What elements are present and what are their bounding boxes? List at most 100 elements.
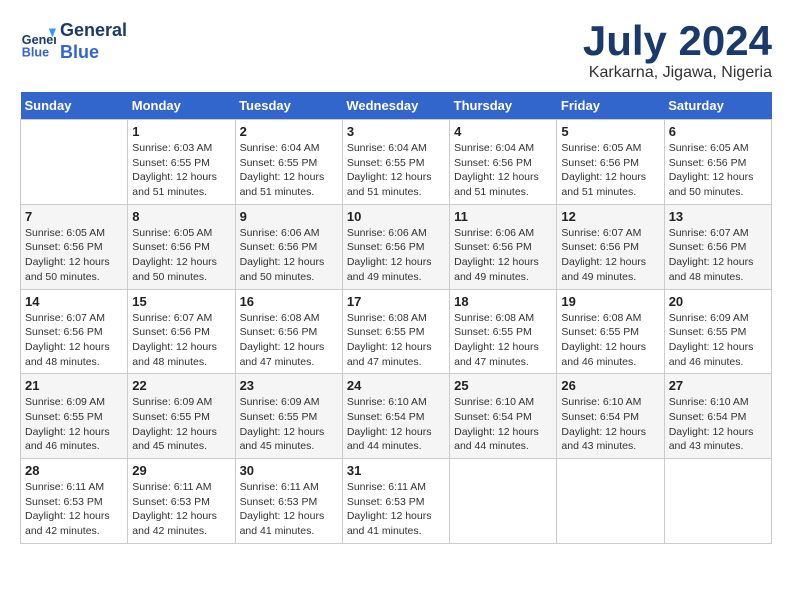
sunrise-label: Sunrise: 6:10 AM [561, 396, 641, 408]
sunset-label: Sunset: 6:53 PM [25, 496, 103, 508]
sunrise-label: Sunrise: 6:08 AM [561, 312, 641, 324]
calendar-cell: 14 Sunrise: 6:07 AM Sunset: 6:56 PM Dayl… [21, 289, 128, 374]
sunrise-label: Sunrise: 6:06 AM [454, 227, 534, 239]
day-number: 31 [347, 463, 445, 478]
sunrise-label: Sunrise: 6:05 AM [25, 227, 105, 239]
sunset-label: Sunset: 6:53 PM [347, 496, 425, 508]
daylight-label: Daylight: 12 hours and 50 minutes. [240, 256, 325, 283]
day-info: Sunrise: 6:04 AM Sunset: 6:56 PM Dayligh… [454, 141, 552, 200]
sunset-label: Sunset: 6:55 PM [347, 326, 425, 338]
daylight-label: Daylight: 12 hours and 44 minutes. [347, 426, 432, 453]
day-number: 19 [561, 294, 659, 309]
header: General Blue General Blue July 2024 Kark… [20, 20, 772, 82]
calendar-cell: 10 Sunrise: 6:06 AM Sunset: 6:56 PM Dayl… [342, 204, 449, 289]
day-info: Sunrise: 6:04 AM Sunset: 6:55 PM Dayligh… [240, 141, 338, 200]
sunset-label: Sunset: 6:55 PM [347, 157, 425, 169]
sunset-label: Sunset: 6:56 PM [347, 241, 425, 253]
day-info: Sunrise: 6:11 AM Sunset: 6:53 PM Dayligh… [25, 480, 123, 539]
calendar-cell: 9 Sunrise: 6:06 AM Sunset: 6:56 PM Dayli… [235, 204, 342, 289]
day-number: 3 [347, 124, 445, 139]
daylight-label: Daylight: 12 hours and 47 minutes. [347, 341, 432, 368]
daylight-label: Daylight: 12 hours and 45 minutes. [132, 426, 217, 453]
logo-icon: General Blue [20, 24, 56, 60]
daylight-label: Daylight: 12 hours and 41 minutes. [347, 510, 432, 537]
calendar-cell: 3 Sunrise: 6:04 AM Sunset: 6:55 PM Dayli… [342, 120, 449, 205]
calendar-cell: 11 Sunrise: 6:06 AM Sunset: 6:56 PM Dayl… [450, 204, 557, 289]
daylight-label: Daylight: 12 hours and 49 minutes. [561, 256, 646, 283]
day-number: 13 [669, 209, 767, 224]
day-info: Sunrise: 6:06 AM Sunset: 6:56 PM Dayligh… [347, 226, 445, 285]
weekday-header: Sunday [21, 92, 128, 120]
daylight-label: Daylight: 12 hours and 46 minutes. [669, 341, 754, 368]
daylight-label: Daylight: 12 hours and 51 minutes. [132, 171, 217, 198]
calendar-cell: 18 Sunrise: 6:08 AM Sunset: 6:55 PM Dayl… [450, 289, 557, 374]
day-number: 25 [454, 378, 552, 393]
day-info: Sunrise: 6:08 AM Sunset: 6:55 PM Dayligh… [347, 311, 445, 370]
calendar-header: SundayMondayTuesdayWednesdayThursdayFrid… [21, 92, 772, 120]
day-number: 11 [454, 209, 552, 224]
day-number: 14 [25, 294, 123, 309]
sunrise-label: Sunrise: 6:09 AM [669, 312, 749, 324]
sunrise-label: Sunrise: 6:07 AM [132, 312, 212, 324]
daylight-label: Daylight: 12 hours and 42 minutes. [25, 510, 110, 537]
sunrise-label: Sunrise: 6:05 AM [132, 227, 212, 239]
daylight-label: Daylight: 12 hours and 50 minutes. [132, 256, 217, 283]
daylight-label: Daylight: 12 hours and 43 minutes. [669, 426, 754, 453]
daylight-label: Daylight: 12 hours and 45 minutes. [240, 426, 325, 453]
calendar-cell: 1 Sunrise: 6:03 AM Sunset: 6:55 PM Dayli… [128, 120, 235, 205]
sunrise-label: Sunrise: 6:09 AM [25, 396, 105, 408]
calendar-cell: 15 Sunrise: 6:07 AM Sunset: 6:56 PM Dayl… [128, 289, 235, 374]
sunset-label: Sunset: 6:56 PM [25, 326, 103, 338]
daylight-label: Daylight: 12 hours and 46 minutes. [25, 426, 110, 453]
day-info: Sunrise: 6:07 AM Sunset: 6:56 PM Dayligh… [561, 226, 659, 285]
day-number: 17 [347, 294, 445, 309]
day-info: Sunrise: 6:06 AM Sunset: 6:56 PM Dayligh… [240, 226, 338, 285]
weekday-header: Monday [128, 92, 235, 120]
sunset-label: Sunset: 6:56 PM [454, 241, 532, 253]
svg-text:Blue: Blue [22, 45, 49, 59]
calendar-cell [21, 120, 128, 205]
calendar-week-row: 14 Sunrise: 6:07 AM Sunset: 6:56 PM Dayl… [21, 289, 772, 374]
daylight-label: Daylight: 12 hours and 50 minutes. [669, 171, 754, 198]
day-number: 18 [454, 294, 552, 309]
day-number: 28 [25, 463, 123, 478]
day-info: Sunrise: 6:07 AM Sunset: 6:56 PM Dayligh… [25, 311, 123, 370]
day-info: Sunrise: 6:07 AM Sunset: 6:56 PM Dayligh… [669, 226, 767, 285]
calendar-cell: 28 Sunrise: 6:11 AM Sunset: 6:53 PM Dayl… [21, 459, 128, 544]
daylight-label: Daylight: 12 hours and 42 minutes. [132, 510, 217, 537]
calendar-cell: 20 Sunrise: 6:09 AM Sunset: 6:55 PM Dayl… [664, 289, 771, 374]
sunset-label: Sunset: 6:53 PM [240, 496, 318, 508]
calendar-cell: 31 Sunrise: 6:11 AM Sunset: 6:53 PM Dayl… [342, 459, 449, 544]
calendar-body: 1 Sunrise: 6:03 AM Sunset: 6:55 PM Dayli… [21, 120, 772, 544]
day-number: 16 [240, 294, 338, 309]
calendar-week-row: 1 Sunrise: 6:03 AM Sunset: 6:55 PM Dayli… [21, 120, 772, 205]
sunrise-label: Sunrise: 6:05 AM [561, 142, 641, 154]
title-area: July 2024 Karkarna, Jigawa, Nigeria [583, 20, 772, 82]
weekday-header: Thursday [450, 92, 557, 120]
sunrise-label: Sunrise: 6:11 AM [132, 481, 211, 493]
logo: General Blue General Blue [20, 20, 127, 63]
day-number: 6 [669, 124, 767, 139]
calendar-cell: 2 Sunrise: 6:04 AM Sunset: 6:55 PM Dayli… [235, 120, 342, 205]
daylight-label: Daylight: 12 hours and 49 minutes. [347, 256, 432, 283]
day-info: Sunrise: 6:11 AM Sunset: 6:53 PM Dayligh… [347, 480, 445, 539]
calendar-cell: 13 Sunrise: 6:07 AM Sunset: 6:56 PM Dayl… [664, 204, 771, 289]
daylight-label: Daylight: 12 hours and 51 minutes. [347, 171, 432, 198]
daylight-label: Daylight: 12 hours and 44 minutes. [454, 426, 539, 453]
sunrise-label: Sunrise: 6:08 AM [454, 312, 534, 324]
day-info: Sunrise: 6:10 AM Sunset: 6:54 PM Dayligh… [347, 395, 445, 454]
sunset-label: Sunset: 6:55 PM [240, 157, 318, 169]
sunset-label: Sunset: 6:55 PM [669, 326, 747, 338]
sunset-label: Sunset: 6:56 PM [240, 241, 318, 253]
sunset-label: Sunset: 6:55 PM [454, 326, 532, 338]
day-info: Sunrise: 6:08 AM Sunset: 6:56 PM Dayligh… [240, 311, 338, 370]
day-number: 30 [240, 463, 338, 478]
logo-text: General Blue [60, 20, 127, 63]
weekday-header: Wednesday [342, 92, 449, 120]
calendar-cell: 26 Sunrise: 6:10 AM Sunset: 6:54 PM Dayl… [557, 374, 664, 459]
calendar-cell: 21 Sunrise: 6:09 AM Sunset: 6:55 PM Dayl… [21, 374, 128, 459]
month-title: July 2024 [583, 20, 772, 62]
sunset-label: Sunset: 6:56 PM [561, 157, 639, 169]
daylight-label: Daylight: 12 hours and 49 minutes. [454, 256, 539, 283]
day-info: Sunrise: 6:05 AM Sunset: 6:56 PM Dayligh… [25, 226, 123, 285]
